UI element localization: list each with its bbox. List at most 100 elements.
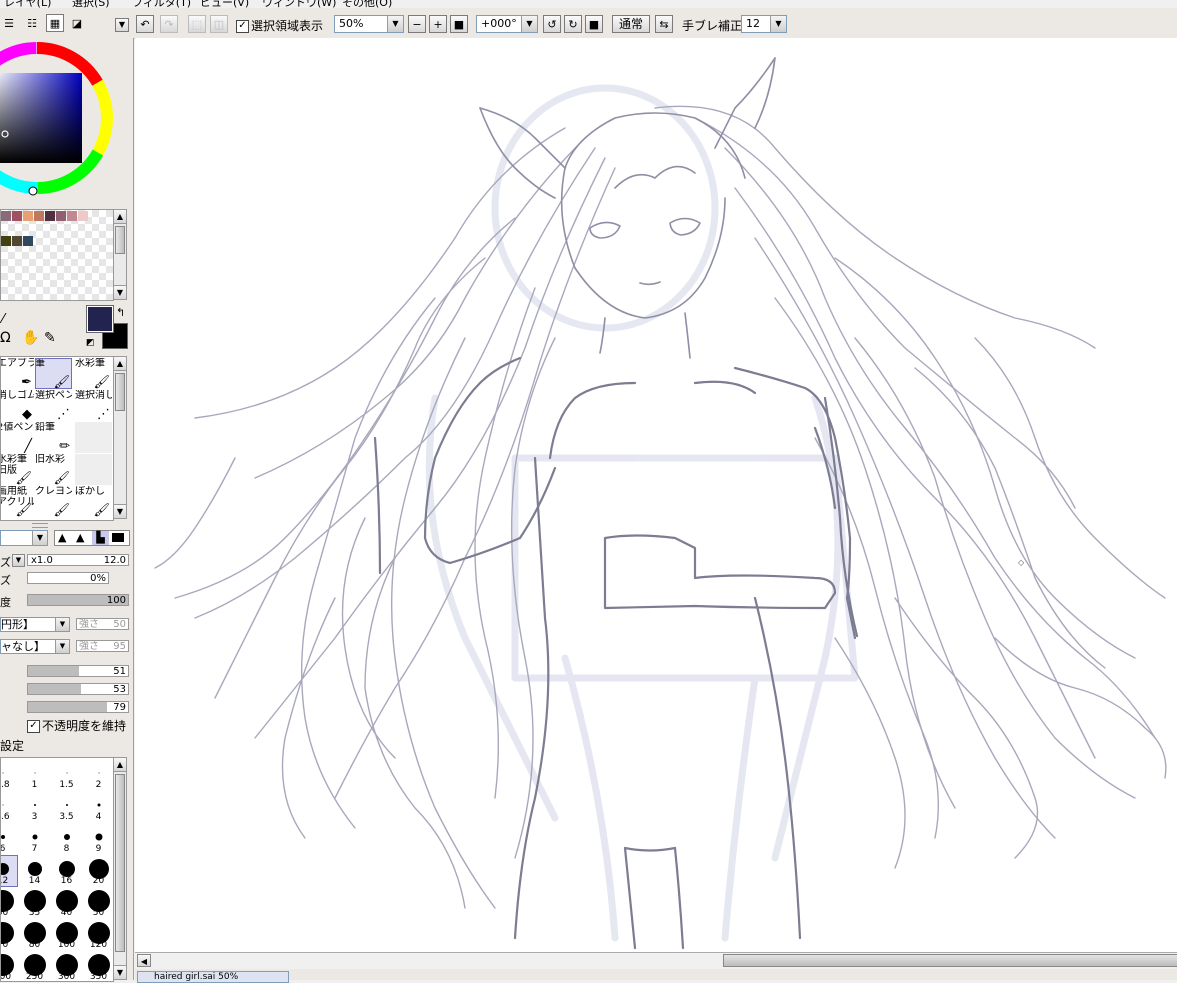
shape-combo[interactable]: 円形】 ▼ [0, 617, 70, 632]
keep-opacity-toggle[interactable]: ✓ 不透明度を維持 [27, 717, 126, 733]
tool-select-erase[interactable]: 選択消し ⋰ [75, 390, 112, 421]
chevron-down-icon[interactable]: ▼ [387, 16, 403, 32]
document-tab[interactable]: haired girl.sai 50% [137, 971, 289, 983]
rotate-ccw-icon[interactable]: ↺ [543, 15, 561, 33]
rotate-reset-icon[interactable]: ■ [585, 15, 603, 33]
density-slider[interactable]: 100 [27, 594, 129, 606]
brush-size-cell[interactable]: 0.8 [1, 759, 18, 791]
menu-layer[interactable]: レイヤ(L) [4, 0, 51, 8]
swatch[interactable] [1, 211, 11, 221]
edge-sharp-icon[interactable] [112, 533, 124, 542]
blend-combo[interactable]: ▼ [0, 530, 48, 546]
brush-size-cell[interactable]: 40 [51, 887, 82, 919]
swatch[interactable] [23, 236, 33, 246]
brush-size-cell[interactable]: 30 [1, 887, 18, 919]
tool-blur[interactable]: ぼかし 🖌 [75, 486, 112, 517]
toolbar-collapse-button[interactable]: ▼ [115, 18, 129, 32]
primary-color-swatch[interactable] [86, 305, 114, 333]
swatch[interactable] [23, 211, 33, 221]
brush-size-cell[interactable]: 50 [83, 887, 113, 919]
tool-airbrush[interactable]: エアブラシ ✒ [1, 358, 34, 389]
brush-size-cell[interactable]: 20 [83, 855, 113, 887]
texture-combo[interactable]: ャなし】 ▼ [0, 639, 70, 654]
size-unit-dropdown[interactable]: ▼ [12, 554, 25, 567]
keep-opacity-checkbox[interactable]: ✓ [27, 720, 40, 733]
scroll-down-icon[interactable]: ▼ [114, 965, 126, 979]
menu-other[interactable]: その他(O) [342, 0, 392, 8]
detail-settings-label[interactable]: 設定 [0, 737, 24, 753]
brush-size-cell[interactable]: 1 [19, 759, 50, 791]
zoom-out-icon[interactable]: − [408, 15, 426, 33]
palette-scrollbar[interactable]: ▲ ▼ [113, 209, 127, 300]
swatch[interactable] [34, 211, 44, 221]
swatch[interactable] [78, 211, 88, 221]
flip-horizontal-icon[interactable]: ⇆ [655, 15, 673, 33]
stabilizer-combo[interactable]: 12 ▼ [741, 15, 787, 33]
menu-select[interactable]: 選択(S) [72, 0, 110, 8]
canvas-hscrollbar[interactable]: ◀ [135, 952, 1177, 969]
brush-size-cell[interactable]: 70 [1, 919, 18, 951]
layout-icon-1[interactable]: ☰ [2, 14, 16, 32]
show-selection-checkbox[interactable]: ✓ [236, 20, 249, 33]
redo-icon[interactable]: ↷ [160, 15, 178, 33]
brush-size-cell[interactable]: 14 [19, 855, 50, 887]
menu-filter[interactable]: フィルタ(T) [132, 0, 191, 8]
magic-wand-icon[interactable]: ⁄ [2, 312, 4, 327]
tool-eraser[interactable]: 消しゴム ◆ [1, 390, 34, 421]
chevron-down-icon[interactable]: ▼ [55, 640, 69, 653]
dilution-slider[interactable]: 53 [27, 683, 129, 695]
chevron-down-icon[interactable]: ▼ [32, 531, 47, 545]
swatch[interactable] [56, 211, 66, 221]
scroll-up-icon[interactable]: ▲ [114, 758, 126, 772]
rotate-cw-icon[interactable]: ↻ [564, 15, 582, 33]
brush-size-cell[interactable]: 2.6 [1, 791, 18, 823]
tool-old-watercolor-2[interactable]: 旧水彩 🖌 [35, 454, 72, 485]
brush-size-cell[interactable]: 250 [19, 951, 50, 981]
reset-colors-icon[interactable]: ◩ [86, 338, 95, 348]
brush-size-cell[interactable]: 3.5 [51, 791, 82, 823]
brush-size-cell[interactable]: 8 [51, 823, 82, 855]
swatch-palette[interactable] [0, 209, 114, 301]
scroll-thumb[interactable] [115, 226, 125, 254]
shape-strength-slider[interactable]: 強さ 50 [76, 618, 129, 630]
undo-icon[interactable]: ↶ [136, 15, 154, 33]
hscroll-thumb[interactable] [723, 954, 1177, 967]
chevron-down-icon[interactable]: ▼ [770, 16, 786, 32]
edge-hard-icon[interactable]: ▙ [92, 531, 109, 545]
brush-size-cell[interactable]: 16 [51, 855, 82, 887]
brush-size-cell[interactable]: 12 [1, 855, 18, 887]
scroll-down-icon[interactable]: ▼ [114, 285, 126, 299]
persistence-slider[interactable]: 79 [27, 701, 129, 713]
tool-pencil[interactable]: 鉛筆 ✏ [35, 422, 72, 453]
zoom-combo[interactable]: 50% ▼ [334, 15, 404, 33]
brush-size-cell[interactable]: 6 [1, 823, 18, 855]
scroll-up-icon[interactable]: ▲ [114, 357, 126, 371]
rotation-combo[interactable]: +000° ▼ [476, 15, 538, 33]
eyedropper-icon[interactable]: ✎ [44, 330, 56, 346]
chevron-down-icon[interactable]: ▼ [55, 618, 69, 631]
scroll-thumb[interactable] [115, 774, 125, 952]
edge-medium-icon[interactable]: ▲ [76, 531, 84, 544]
panel-splitter[interactable] [32, 523, 48, 528]
brush-size-cell[interactable]: 80 [19, 919, 50, 951]
color-wheel[interactable] [0, 38, 122, 198]
blending-slider[interactable]: 51 [27, 665, 129, 677]
swatch[interactable] [1, 236, 11, 246]
menu-window[interactable]: ウィンドウ(W) [262, 0, 336, 8]
swap-colors-icon[interactable]: ↰ [116, 306, 125, 319]
lasso-icon[interactable]: Ω [0, 330, 11, 346]
scroll-left-icon[interactable]: ◀ [137, 954, 151, 967]
scroll-thumb[interactable] [115, 373, 125, 411]
brush-size-cell[interactable]: 4 [83, 791, 113, 823]
scroll-down-icon[interactable]: ▼ [114, 504, 126, 518]
brush-size-cell[interactable]: 350 [83, 951, 113, 981]
brush-size-scrollbar[interactable]: ▲ ▼ [113, 757, 127, 980]
tool-scrollbar[interactable]: ▲ ▼ [113, 356, 127, 519]
texture-strength-slider[interactable]: 強さ 95 [76, 640, 129, 652]
size-slider[interactable]: x1.0 12.0 [27, 554, 129, 566]
tool-binary-pen[interactable]: 2値ペン ╱ [1, 422, 34, 453]
tool-brush[interactable]: 筆 🖌 [35, 358, 72, 389]
brush-size-cell[interactable]: 300 [51, 951, 82, 981]
navigator-icon[interactable]: ◪ [68, 14, 86, 32]
edge-soft-icon[interactable]: ▲ [58, 531, 66, 544]
